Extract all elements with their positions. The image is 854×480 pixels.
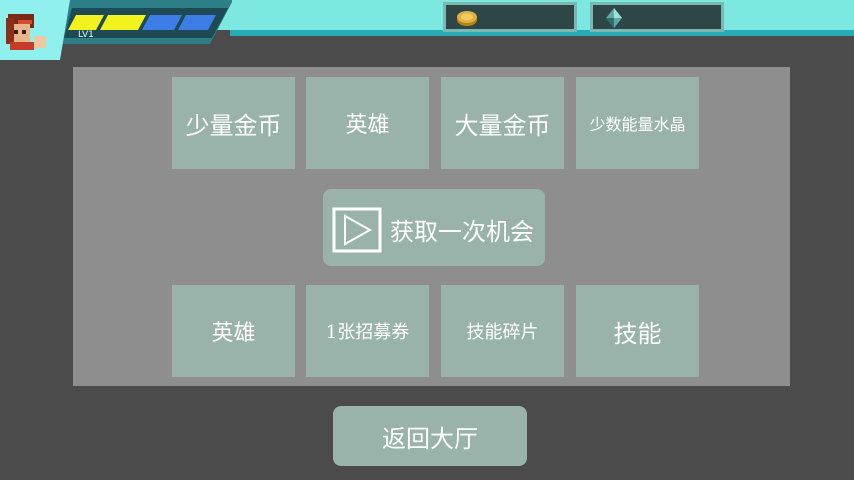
back-to-lobby-label: 返回大厅 — [382, 424, 478, 453]
crystal-icon — [606, 8, 622, 28]
reward-energy-crystal: 少数能量水晶 — [576, 77, 699, 169]
gold-coin-icon — [457, 11, 477, 26]
energy-segment — [100, 15, 146, 30]
reward-recruit-ticket: 1张招募券 — [306, 285, 429, 377]
gold-display — [443, 2, 577, 32]
reward-skill-fragment: 技能碎片 — [441, 285, 564, 377]
avatar[interactable] — [4, 8, 50, 54]
crystal-display — [590, 2, 724, 32]
reward-skill: 技能 — [576, 285, 699, 377]
reward-hero: 英雄 — [306, 77, 429, 169]
play-icon — [332, 207, 382, 253]
watch-ad-button[interactable]: 获取一次机会 — [323, 189, 545, 266]
reward-hero-2: 英雄 — [172, 285, 295, 377]
player-level: LV1 — [78, 30, 94, 40]
reward-small-gold: 少量金币 — [172, 77, 295, 169]
back-to-lobby-button[interactable]: 返回大厅 — [333, 406, 527, 466]
reward-large-gold: 大量金币 — [441, 77, 564, 169]
player-panel: LV1 — [0, 0, 240, 60]
watch-ad-label: 获取一次机会 — [390, 218, 534, 246]
